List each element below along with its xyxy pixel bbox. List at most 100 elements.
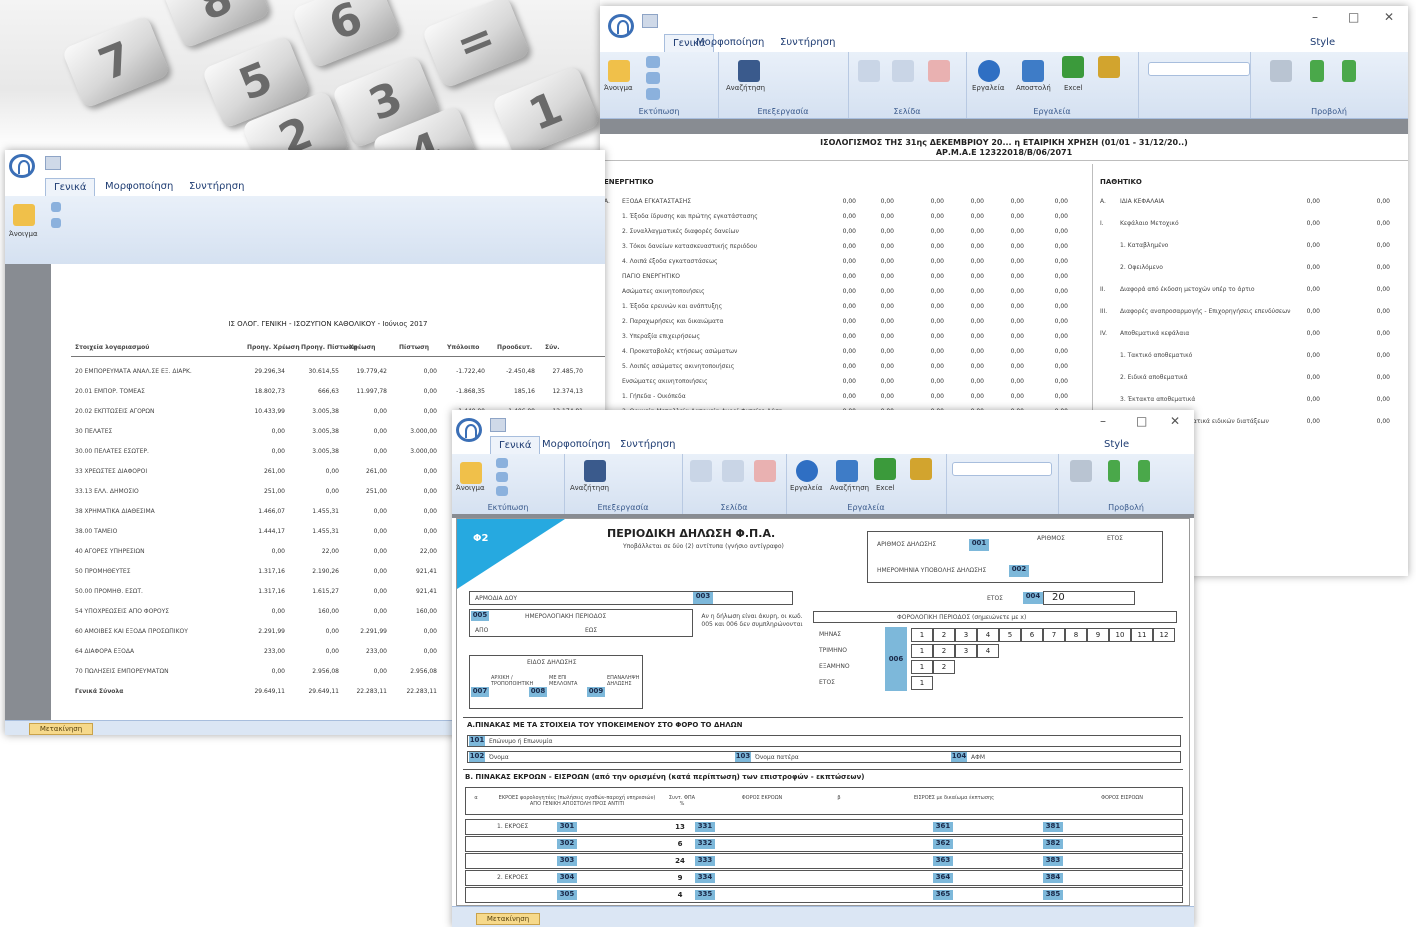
status-button[interactable]: Μετακίνηση [29, 723, 93, 735]
period-checkbox[interactable]: 1 [911, 660, 933, 674]
code-004: 004 [1023, 592, 1043, 604]
search-label: Αναζήτηση [570, 484, 610, 492]
email-icon[interactable] [1022, 60, 1044, 82]
period-checkbox[interactable]: 2 [933, 644, 955, 658]
period-checkbox[interactable]: 3 [955, 628, 977, 642]
zoom-dropdown[interactable] [1148, 62, 1250, 76]
minimize-button[interactable]: – [1100, 414, 1106, 428]
tax-office-field[interactable] [469, 591, 793, 605]
print-icon[interactable] [646, 56, 660, 68]
row-value: 0,00 [970, 228, 984, 235]
number-label: ΑΡΙΘΜΟΣ [1037, 535, 1065, 542]
row-value: 2.190,26 [312, 568, 339, 575]
maximize-button[interactable]: □ [1136, 414, 1147, 428]
period-checkbox[interactable]: 11 [1131, 628, 1153, 642]
style-menu[interactable]: Style [1096, 436, 1137, 454]
tab-maintenance[interactable]: Συντήρηση [181, 178, 252, 196]
person-fields[interactable] [467, 751, 1181, 763]
forward-arrow-icon[interactable] [1138, 460, 1150, 482]
period-checkbox[interactable]: 5 [999, 628, 1021, 642]
app-logo-icon[interactable] [9, 154, 35, 178]
open-folder-icon[interactable] [608, 60, 630, 82]
forward-arrow-icon[interactable] [1342, 60, 1356, 82]
maximize-button[interactable]: □ [1348, 10, 1359, 24]
back-arrow-icon[interactable] [1108, 460, 1120, 482]
save-icon[interactable] [490, 418, 506, 432]
save-icon[interactable] [45, 156, 61, 170]
row-code: III. [1100, 308, 1108, 315]
back-arrow-icon[interactable] [1310, 60, 1324, 82]
period-checkbox[interactable]: 12 [1153, 628, 1175, 642]
status-button[interactable]: Μετακίνηση [476, 913, 540, 925]
row-label: Αποθεματικά κεφάλαια [1120, 330, 1190, 337]
open-folder-icon[interactable] [460, 462, 482, 484]
excel-icon[interactable] [1062, 56, 1084, 78]
play-icon[interactable] [978, 60, 1000, 82]
period-checkbox[interactable]: 1 [911, 676, 933, 690]
open-folder-icon[interactable] [13, 204, 35, 226]
close-button[interactable]: ✕ [1170, 414, 1180, 428]
print-icon[interactable] [51, 202, 61, 212]
binoculars-icon[interactable] [584, 460, 606, 482]
period-checkbox[interactable]: 3 [955, 644, 977, 658]
minimize-button[interactable]: – [1312, 10, 1318, 24]
save-doc-icon[interactable] [51, 218, 61, 228]
tab-format[interactable]: Μορφοποίηση [688, 34, 772, 52]
zoom-dropdown[interactable] [952, 462, 1052, 476]
title-bar: – □ ✕ [452, 410, 1194, 442]
tab-maintenance[interactable]: Συντήρηση [772, 34, 843, 52]
row-value: 1.317,16 [258, 588, 285, 595]
period-checkbox[interactable]: 9 [1087, 628, 1109, 642]
home-icon[interactable] [1070, 460, 1092, 482]
page-view-icon[interactable] [892, 60, 914, 82]
save-doc-icon[interactable] [646, 72, 660, 84]
period-checkbox[interactable]: 10 [1109, 628, 1131, 642]
period-checkbox[interactable]: 4 [977, 628, 999, 642]
tab-format[interactable]: Μορφοποίηση [534, 436, 618, 454]
tab-format[interactable]: Μορφοποίηση [97, 178, 181, 196]
delete-page-icon[interactable] [928, 60, 950, 82]
tab-general[interactable]: Γενικά [490, 436, 541, 455]
page-layout-icon[interactable] [858, 60, 880, 82]
print-icon[interactable] [496, 458, 508, 468]
export-icon[interactable] [1098, 56, 1120, 78]
export-icon[interactable] [910, 458, 932, 480]
period-checkbox[interactable]: 6 [1021, 628, 1043, 642]
name-field[interactable] [467, 735, 1181, 747]
row-value: 3.000,00 [410, 448, 437, 455]
row-value: 0,00 [842, 198, 856, 205]
style-menu[interactable]: Style [1302, 34, 1343, 52]
play-icon[interactable] [796, 460, 818, 482]
page-view-icon[interactable] [722, 460, 744, 482]
period-checkbox[interactable]: 7 [1043, 628, 1065, 642]
save-doc-icon[interactable] [496, 472, 508, 482]
search-icon[interactable] [836, 460, 858, 482]
excel-icon[interactable] [874, 458, 896, 480]
period-checkbox[interactable]: 1 [911, 644, 933, 658]
period-checkbox[interactable]: 1 [911, 628, 933, 642]
tab-maintenance[interactable]: Συντήρηση [612, 436, 683, 454]
row-value: -1.868,35 [456, 388, 485, 395]
page-layout-icon[interactable] [690, 460, 712, 482]
year-input[interactable]: 20 [1043, 591, 1135, 605]
close-button[interactable]: ✕ [1384, 10, 1394, 24]
row-label: 1. ΕΚΡΟΕΣ [497, 823, 529, 830]
row-value: 0,00 [1376, 374, 1390, 381]
row-value: 0,00 [1376, 198, 1390, 205]
row-value: 0,00 [880, 258, 894, 265]
excel-label: Excel [876, 484, 895, 492]
period-checkbox[interactable]: 4 [977, 644, 999, 658]
calculator-key: 8 [161, 0, 271, 49]
period-checkbox[interactable]: 2 [933, 660, 955, 674]
period-checkbox[interactable]: 2 [933, 628, 955, 642]
period-checkbox[interactable]: 8 [1065, 628, 1087, 642]
row-value: 30.614,55 [308, 368, 339, 375]
printer-icon[interactable] [646, 88, 660, 100]
home-icon[interactable] [1270, 60, 1292, 82]
row-label: 1. Έξοδα ίδρυσης και πρώτης εγκατάστασης [622, 213, 758, 220]
delete-page-icon[interactable] [754, 460, 776, 482]
binoculars-icon[interactable] [738, 60, 760, 82]
save-icon[interactable] [642, 14, 658, 28]
tab-general[interactable]: Γενικά [45, 178, 96, 197]
printer-icon[interactable] [496, 486, 508, 496]
